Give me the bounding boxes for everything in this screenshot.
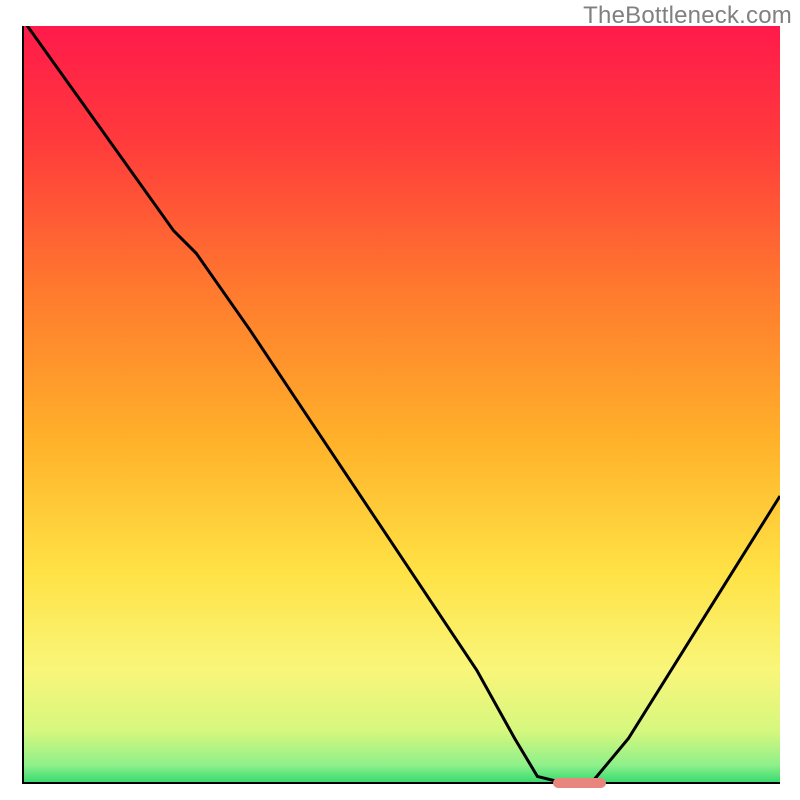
plot-area <box>22 26 780 784</box>
optimal-range-marker <box>553 778 606 788</box>
chart-svg <box>22 26 780 784</box>
chart-frame: TheBottleneck.com <box>0 0 800 800</box>
gradient-background <box>22 26 780 784</box>
